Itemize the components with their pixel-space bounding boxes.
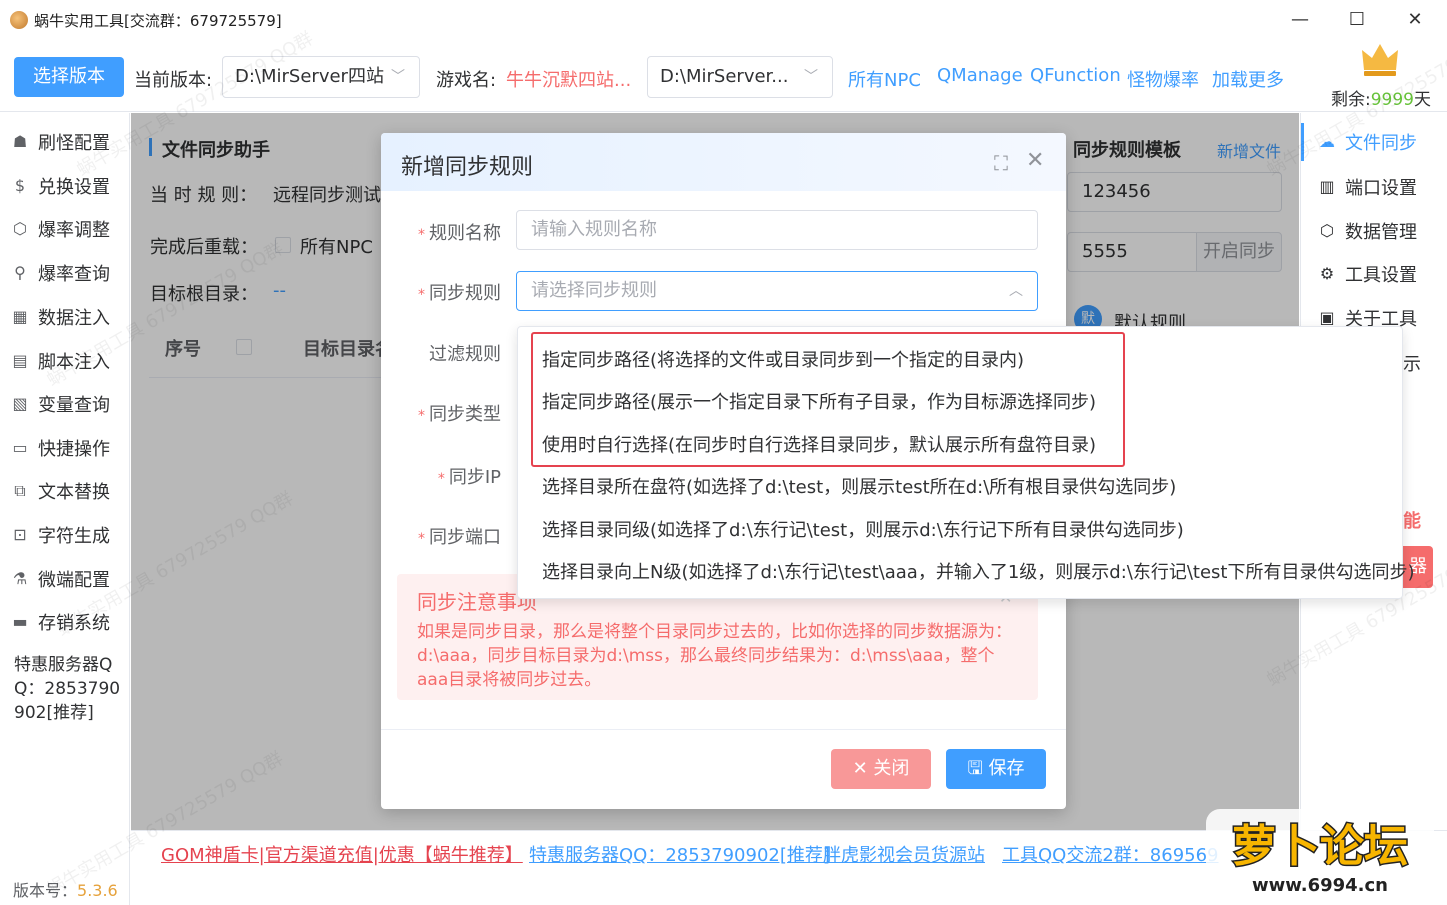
alert-description: 如果是同步目录，那么是将整个目录同步过去的，比如你选择的同步数据源为：d:\aa… (417, 622, 1012, 690)
dropdown-option[interactable]: 指定同步路径(展示一个指定目录下所有子目录，作为目标源选择同步) (542, 388, 1096, 414)
link-monster-drop[interactable]: 怪物爆率 (1127, 66, 1199, 92)
dropdown-option[interactable]: 使用时自行选择(在同步时自行选择目录同步，默认展示所有盘符目录) (542, 431, 1096, 457)
sidebar-item-script-inject[interactable]: ▤ 脚本注入 (10, 346, 110, 376)
version-number: 版本号：5.3.6 (13, 881, 118, 900)
tab-file-sync[interactable]: ☁ 文件同步 (1317, 129, 1417, 155)
current-version-label: 当前版本: (134, 70, 213, 91)
current-version-select[interactable]: D:\MirServer四站 ﹀ (222, 56, 420, 98)
game-name-value: 牛牛沉默四站... (506, 70, 632, 91)
sidebar-item-exchange[interactable]: $ 兑换设置 (10, 171, 110, 201)
logo-text: 萝卜论坛 (1232, 821, 1408, 872)
game-name-label: 游戏名: (436, 70, 497, 91)
sync-rule-select[interactable]: 请选择同步规则 ︿ (516, 271, 1038, 311)
tab-tool-settings[interactable]: ⚙ 工具设置 (1317, 261, 1417, 287)
maximize-button[interactable]: ☐ (1334, 6, 1380, 34)
chevron-up-icon: ︿ (1009, 283, 1023, 299)
sidebar-item-quick-ops[interactable]: ▭ 快捷操作 (10, 433, 110, 463)
search-icon: ⚲ (14, 263, 26, 282)
sync-rule-placeholder: 请选择同步规则 (531, 280, 657, 301)
dialog-footer-divider (381, 729, 1066, 730)
close-x-icon: ✕ (852, 758, 874, 779)
sync-type-label: * 同步类型 (418, 404, 501, 425)
tab-port-settings[interactable]: ▥ 端口设置 (1317, 174, 1417, 200)
sidebar-item-droprate-adjust[interactable]: ⬡ 爆率调整 (10, 214, 110, 244)
title-bar: 蜗牛实用工具[交流群：679725579] — ☐ ✕ (0, 0, 1447, 40)
cube-icon: ⬡ (13, 219, 27, 238)
sync-rule-dropdown: 指定同步路径(将选择的文件或目录同步到一个指定的目录内) 指定同步路径(展示一个… (517, 326, 1415, 599)
fullscreen-icon[interactable]: ⛶ (994, 151, 1008, 175)
rule-name-label: * 规则名称 (418, 223, 501, 244)
link-load-more[interactable]: 加载更多 (1212, 66, 1284, 92)
dialog-title: 新增同步规则 (401, 155, 534, 180)
sidebar-item-monster-config[interactable]: ☗ 刷怪配置 (10, 127, 110, 157)
sidebar-item-micro-client[interactable]: ⚗ 微端配置 (10, 564, 110, 594)
footer-link-video[interactable]: 胖虎影视会员货源站 (823, 841, 985, 867)
save-icon: 🖫 (967, 758, 989, 779)
dropdown-option[interactable]: 选择目录向上N级(如选择了d:\东行记\test\aaa，并输入了1级，则展示d… (542, 558, 1415, 584)
remaining-days: 剩余:9999天 (1331, 90, 1431, 110)
footer-link-gom[interactable]: GOM神盾卡|官方渠道充值|优惠【蜗牛推荐】 (161, 841, 523, 867)
port-icon: ▥ (1319, 177, 1335, 196)
minimize-button[interactable]: — (1277, 6, 1323, 34)
toolbar: 选择版本 当前版本: D:\MirServer四站 ﹀ 游戏名: 牛牛沉默四站.… (0, 40, 1447, 112)
logo-domain: www.6994.cn (1252, 875, 1388, 896)
dropdown-option[interactable]: 指定同步路径(将选择的文件或目录同步到一个指定的目录内) (542, 346, 1024, 372)
link-all-npc[interactable]: 所有NPC (848, 66, 921, 92)
footer-link-qq-group[interactable]: 工具QQ交流2群：869569 (1002, 841, 1219, 867)
partial-text-2: 能 (1403, 511, 1421, 532)
clipboard-icon: ▣ (1319, 308, 1335, 327)
tab-data-management[interactable]: ⬡ 数据管理 (1317, 218, 1417, 244)
save-button[interactable]: 🖫 保存 (946, 749, 1046, 789)
replace-icon: ⧉ (14, 481, 26, 500)
script-icon: ▤ (12, 351, 28, 370)
snail-app-icon (10, 11, 28, 29)
window-title: 蜗牛实用工具[交流群：679725579] (34, 12, 282, 30)
gear-icon: ⚙ (1319, 264, 1335, 283)
sidebar-promo-text[interactable]: 特惠服务器QQ：2853790902[推荐] (14, 653, 124, 725)
sync-rule-label: * 同步规则 (418, 283, 501, 304)
sidebar-item-text-replace[interactable]: ⧉ 文本替换 (10, 476, 110, 506)
variable-icon: ▧ (12, 394, 28, 413)
chevron-down-icon: ﹀ (391, 69, 405, 85)
sidebar-item-variable-query[interactable]: ▧ 变量查询 (10, 389, 110, 419)
server-path-value: D:\MirServer... (660, 66, 789, 87)
close-button[interactable]: ✕ 关闭 (831, 749, 931, 789)
shop-icon: ▬ (12, 612, 28, 631)
filter-rule-label: 过滤规则 (429, 344, 501, 365)
chevron-down-icon: ﹀ (804, 69, 818, 85)
sidebar-item-char-gen[interactable]: ⊡ 字符生成 (10, 520, 110, 550)
rule-name-input[interactable]: 请输入规则名称 (516, 210, 1038, 250)
partial-text-1: 示 (1403, 354, 1421, 375)
select-version-button[interactable]: 选择版本 (14, 57, 124, 97)
footer-link-server-qq[interactable]: 特惠服务器QQ：2853790902[推荐] (529, 841, 830, 867)
active-indicator (1301, 123, 1304, 161)
dollar-icon: $ (14, 176, 26, 195)
cube-icon: ⬡ (1320, 221, 1334, 240)
luobo-forum-logo: 萝卜论坛 www.6994.cn (1200, 803, 1440, 901)
sidebar-item-droprate-query[interactable]: ⚲ 爆率查询 (10, 258, 110, 288)
close-icon[interactable]: ✕ (1026, 148, 1044, 173)
link-qfunction[interactable]: QFunction (1030, 65, 1121, 86)
sync-ip-label: * 同步IP (437, 467, 501, 488)
cloud-sync-icon: ☁ (1319, 132, 1335, 151)
left-sidebar: ☗ 刷怪配置 $ 兑换设置 ⬡ 爆率调整 ⚲ 爆率查询 ▦ 数据注入 ▤ 脚本注入 ▧ 变量查… (0, 113, 130, 905)
lock-icon: ⊡ (13, 525, 27, 544)
monster-icon: ☗ (12, 132, 28, 151)
link-qmanage[interactable]: QManage (937, 65, 1023, 86)
server-path-select[interactable]: D:\MirServer... ﹀ (647, 56, 833, 98)
dropdown-option[interactable]: 选择目录同级(如选择了d:\东行记\test，则展示d:\东行记下所有目录供勾选… (542, 516, 1184, 542)
sidebar-item-store-system[interactable]: ▬ 存销系统 (10, 607, 110, 637)
close-window-button[interactable]: ✕ (1392, 6, 1438, 34)
sync-port-label: * 同步端口 (418, 527, 501, 548)
current-version-value: D:\MirServer四站 (235, 66, 384, 87)
dropdown-option[interactable]: 选择目录所在盘符(如选择了d:\test，则展示test所在d:\所有根目录供勾… (542, 473, 1176, 499)
microscope-icon: ⚗ (12, 569, 28, 588)
sidebar-item-data-inject[interactable]: ▦ 数据注入 (10, 302, 110, 332)
grid-icon: ▦ (12, 307, 28, 326)
folder-icon: ▭ (12, 438, 28, 457)
crown-icon (1362, 44, 1398, 76)
